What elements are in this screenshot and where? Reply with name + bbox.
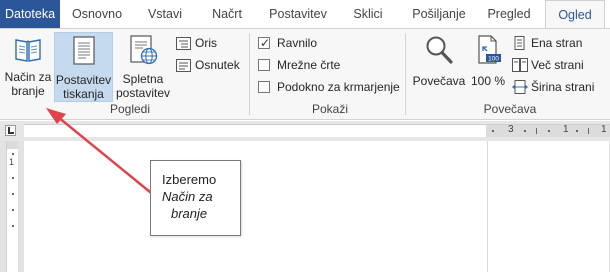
tab-selector-button[interactable] <box>5 125 16 136</box>
page-icon <box>55 35 112 70</box>
ruler-dot <box>12 209 14 211</box>
zoom-100-button[interactable]: 100 100 % <box>469 32 507 102</box>
magnifier-icon <box>410 34 468 69</box>
navigation-pane-checkbox-box[interactable] <box>258 81 270 93</box>
right-margin-line <box>487 141 488 272</box>
tab-layout[interactable]: Postavitev <box>262 0 334 28</box>
zoom-group-label: Povečava <box>483 102 537 116</box>
ruler-dot <box>548 130 550 132</box>
vertical-ruler-margin <box>7 141 18 149</box>
page-width-button[interactable]: Širina strani <box>512 77 604 97</box>
read-mode-button[interactable]: Način za branje <box>3 32 53 102</box>
callout-box: Izberemo Način za branje <box>150 160 241 236</box>
read-mode-label-2: branje <box>11 84 45 98</box>
ruler-checkbox-box[interactable]: ✓ <box>258 36 271 50</box>
one-page-label: Ena stran <box>531 36 583 50</box>
outline-button[interactable]: Oris <box>176 33 236 53</box>
ruler-number: 3 <box>508 124 514 135</box>
ruler-dot <box>524 130 526 132</box>
print-layout-label-2: tiskanja <box>63 87 104 101</box>
web-layout-label-1: Spletna <box>122 72 164 86</box>
tab-insert[interactable]: Vstavi <box>140 0 190 28</box>
web-page-icon <box>114 34 172 69</box>
tab-design[interactable]: Načrt <box>202 0 252 28</box>
show-group-label: Pokaži <box>311 102 349 116</box>
horizontal-ruler[interactable]: 3 1 1 <box>24 124 610 137</box>
navigation-pane-checkbox[interactable]: Podokno za krmarjenje <box>258 77 400 97</box>
ruler-tick <box>588 128 589 134</box>
print-layout-button[interactable]: Postavitev tiskanja <box>54 32 113 102</box>
checkmark-icon: ✓ <box>260 36 271 50</box>
outline-icon <box>176 36 191 56</box>
callout-line-1: Izberemo <box>162 172 217 187</box>
ruler-tick <box>536 128 537 134</box>
page-width-label: Širina strani <box>531 80 595 94</box>
ruler-dot <box>492 130 494 132</box>
multiple-pages-label: Več strani <box>531 58 584 72</box>
draft-button[interactable]: Osnutek <box>176 55 242 75</box>
print-layout-label-1: Postavitev <box>55 73 112 87</box>
multiple-pages-button[interactable]: Več strani <box>512 55 592 75</box>
vertical-ruler-number: 1 <box>9 157 15 167</box>
ruler-dot <box>12 153 14 155</box>
document-area: 1 <box>0 141 610 272</box>
web-layout-button[interactable]: Spletna postavitev <box>114 32 172 102</box>
tab-review[interactable]: Pregled <box>480 0 538 28</box>
ruler-dot <box>12 177 14 179</box>
ruler-label: Ravnilo <box>277 36 318 50</box>
group-separator <box>249 33 250 115</box>
views-group-label: Pogledi <box>109 102 151 116</box>
ruler-dot <box>576 130 578 132</box>
web-layout-label-2: postavitev <box>115 86 171 100</box>
ruler-number: 1 <box>563 124 569 135</box>
gridlines-label: Mrežne črte <box>277 58 341 72</box>
outline-label: Oris <box>195 36 217 50</box>
zoom-100-badge: 100 <box>488 56 499 63</box>
zoom-100-icon: 100 <box>469 34 507 69</box>
tab-view[interactable]: Ogled <box>545 0 605 29</box>
horizontal-ruler-row: 3 1 1 <box>0 121 610 141</box>
callout-line-2: Način za <box>162 189 213 204</box>
page-width-icon <box>512 80 528 100</box>
tab-file[interactable]: Datoteka <box>0 0 60 28</box>
gridlines-checkbox-box[interactable] <box>258 59 270 71</box>
read-mode-label-1: Način za <box>4 70 52 84</box>
ruler-dot <box>12 225 14 227</box>
gridlines-checkbox[interactable]: Mrežne črte <box>258 55 348 75</box>
zoom-label: Povečava <box>412 74 466 88</box>
one-page-icon <box>512 36 527 56</box>
ribbon-tab-bar: Datoteka Osnovno Vstavi Načrt Postavitev… <box>0 0 610 29</box>
ruler-dot <box>12 193 14 195</box>
book-icon <box>3 34 53 67</box>
zoom-button[interactable]: Povečava <box>410 32 468 102</box>
left-tab-icon <box>8 127 14 134</box>
vertical-ruler[interactable]: 1 <box>6 141 18 272</box>
callout-line-3: branje <box>171 206 208 221</box>
navigation-pane-label: Podokno za krmarjenje <box>277 80 400 94</box>
zoom-100-label: 100 % <box>470 74 506 88</box>
document-page[interactable] <box>24 141 609 272</box>
ribbon-panel: Način za branje Postavitev tiskanja Sple… <box>0 28 610 120</box>
tab-references[interactable]: Sklici <box>343 0 393 28</box>
ruler-number: 1 <box>601 124 607 135</box>
one-page-button[interactable]: Ena stran <box>512 33 592 53</box>
draft-label: Osnutek <box>195 58 240 72</box>
tab-mailings[interactable]: Pošiljanje <box>404 0 474 28</box>
multiple-pages-icon <box>512 58 528 78</box>
draft-icon <box>176 58 191 78</box>
group-separator <box>405 33 406 115</box>
tab-home[interactable]: Osnovno <box>66 0 128 28</box>
ruler-checkbox[interactable]: ✓ Ravnilo <box>258 33 338 53</box>
